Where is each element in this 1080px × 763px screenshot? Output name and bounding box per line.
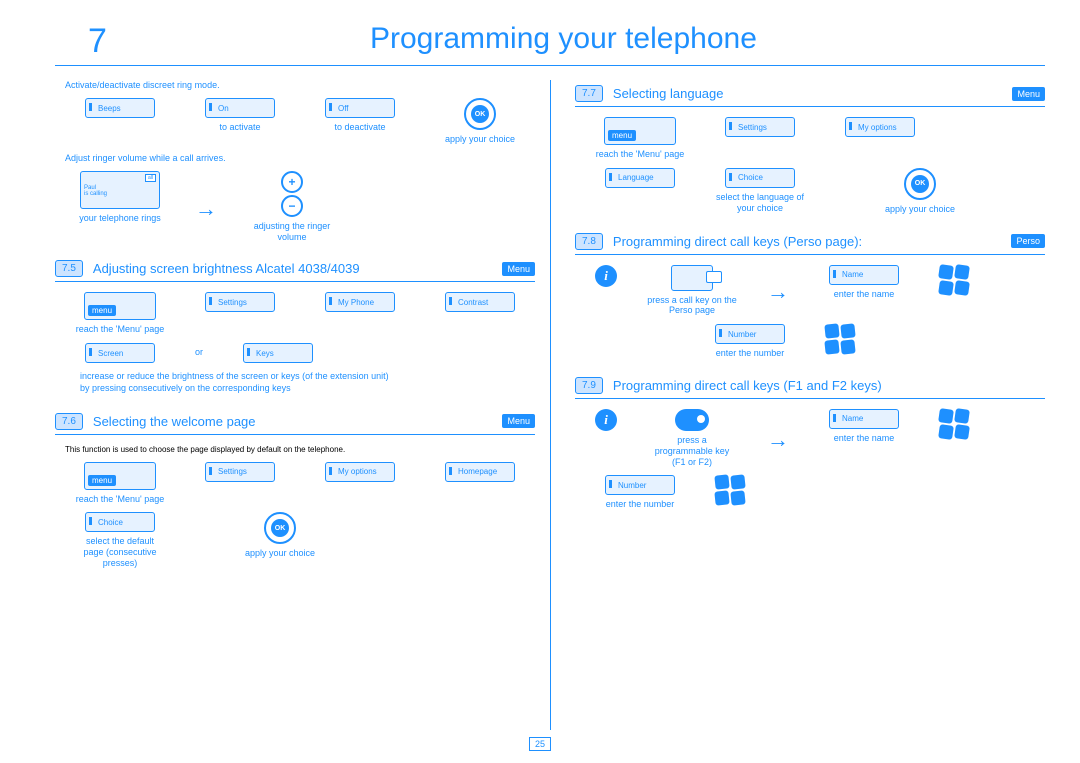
ok-button: OK [464, 98, 496, 130]
plus-icon: + [281, 171, 303, 193]
caption-activate: to activate [219, 122, 260, 133]
sec-divider [55, 281, 535, 282]
caption-enter-number: enter the number [716, 348, 785, 359]
sec-divider [55, 434, 535, 435]
caption-deactivate: to deactivate [334, 122, 385, 133]
arrow-icon: → [767, 427, 789, 453]
softkey-homepage: Homepage [445, 462, 515, 482]
center-divider [550, 80, 551, 730]
num-keys-icon [825, 324, 855, 354]
sec-divider [575, 398, 1045, 399]
softkey-number: Number [715, 324, 785, 344]
caption-reach-menu: reach the 'Menu' page [76, 494, 165, 505]
note-ringer-volume: Adjust ringer volume while a call arrive… [65, 153, 535, 163]
sec-title: Adjusting screen brightness Alcatel 4038… [93, 261, 503, 276]
softkey-screen: Screen [85, 343, 155, 363]
arrow-icon: → [195, 196, 217, 222]
sec-num: 7.9 [575, 377, 603, 394]
section-7-8: 7.8 Programming direct call keys (Perso … [575, 233, 1045, 250]
row-discreet-ring: Beeps On to activate Off to deactivate O… [75, 98, 535, 145]
softkey-choice: Choice [85, 512, 155, 532]
softkey-number: Number [605, 475, 675, 495]
caption-phone-rings: your telephone rings [79, 213, 161, 224]
menu-tag: Menu [502, 262, 535, 276]
softkey-settings: Settings [205, 462, 275, 482]
sec-title: Selecting the welcome page [93, 414, 503, 429]
note-discreet-ring: Activate/deactivate discreet ring mode. [65, 80, 535, 90]
alpha-keys-icon [939, 265, 969, 295]
softkey-keys: Keys [243, 343, 313, 363]
softkey-on: On [205, 98, 275, 118]
row-ringer-volume: all Paul is calling your telephone rings… [75, 171, 535, 243]
softkey-beeps: Beeps [85, 98, 155, 118]
right-column: 7.7 Selecting language Menu menu reach t… [575, 85, 1045, 518]
perso-tag: Perso [1011, 234, 1045, 248]
info-icon: i [595, 409, 617, 431]
sec-num: 7.6 [55, 413, 83, 430]
num-keys-icon [715, 475, 745, 505]
chapter-number: 7 [88, 22, 107, 61]
alpha-keys-icon [939, 409, 969, 439]
menu-tag: Menu [502, 414, 535, 428]
caption-apply: apply your choice [445, 134, 515, 145]
softkey-name: Name [829, 409, 899, 429]
softkey-settings: Settings [725, 117, 795, 137]
caption-apply: apply your choice [885, 204, 955, 215]
softkey-myphone: My Phone [325, 292, 395, 312]
softkey-off: Off [325, 98, 395, 118]
menu-key: menu [84, 462, 156, 490]
caption-press-call-key: press a call key on the Perso page [647, 295, 737, 317]
caption-select-default: select the default page (consecutive pre… [75, 536, 165, 568]
menu-tag: Menu [1012, 87, 1045, 101]
caption-reach-menu: reach the 'Menu' page [596, 149, 685, 160]
ok-button: OK [264, 512, 296, 544]
info-icon: i [595, 265, 617, 287]
sec-divider [575, 106, 1045, 107]
programmable-key-icon [675, 409, 709, 431]
menu-key: menu [84, 292, 156, 320]
section-7-9: 7.9 Programming direct call keys (F1 and… [575, 377, 1045, 394]
softkey-myoptions: My options [845, 117, 915, 137]
section-7-7: 7.7 Selecting language Menu [575, 85, 1045, 102]
sec-num: 7.7 [575, 85, 603, 102]
call-key-icon [671, 265, 713, 291]
caption-enter-number: enter the number [606, 499, 675, 510]
minus-icon: − [281, 195, 303, 217]
sec-num: 7.5 [55, 260, 83, 277]
sec-num: 7.8 [575, 233, 603, 250]
welcome-desc: This function is used to choose the page… [65, 445, 535, 454]
sec-title: Selecting language [613, 86, 1013, 101]
sec-title: Programming direct call keys (F1 and F2 … [613, 378, 1045, 393]
softkey-settings: Settings [205, 292, 275, 312]
caption-adjust-volume: adjusting the ringer volume [247, 221, 337, 243]
top-divider [55, 65, 1045, 66]
softkey-name: Name [829, 265, 899, 285]
chapter-title: Programming your telephone [370, 22, 757, 56]
volume-controls: + − [281, 171, 303, 217]
phone-screen-calling: all Paul is calling [80, 171, 160, 209]
arrow-icon: → [767, 279, 789, 305]
brightness-desc: increase or reduce the brightness of the… [80, 371, 400, 394]
page-number: 25 [529, 737, 551, 751]
caption-apply: apply your choice [245, 548, 315, 559]
sec-divider [575, 254, 1045, 255]
section-7-5: 7.5 Adjusting screen brightness Alcatel … [55, 260, 535, 277]
menu-key: menu [604, 117, 676, 145]
sec-title: Programming direct call keys (Perso page… [613, 234, 1012, 249]
caption-enter-name: enter the name [834, 433, 895, 444]
softkey-contrast: Contrast [445, 292, 515, 312]
ok-button: OK [904, 168, 936, 200]
caption-enter-name: enter the name [834, 289, 895, 300]
left-column: Activate/deactivate discreet ring mode. … [55, 78, 535, 577]
caption-press-prog-key: press a programmable key (F1 or F2) [647, 435, 737, 467]
caption-select-language: select the language of your choice [715, 192, 805, 214]
softkey-choice: Choice [725, 168, 795, 188]
section-7-6: 7.6 Selecting the welcome page Menu [55, 413, 535, 430]
softkey-language: Language [605, 168, 675, 188]
caption-reach-menu: reach the 'Menu' page [76, 324, 165, 335]
softkey-myoptions: My options [325, 462, 395, 482]
or-label: or [195, 347, 203, 359]
